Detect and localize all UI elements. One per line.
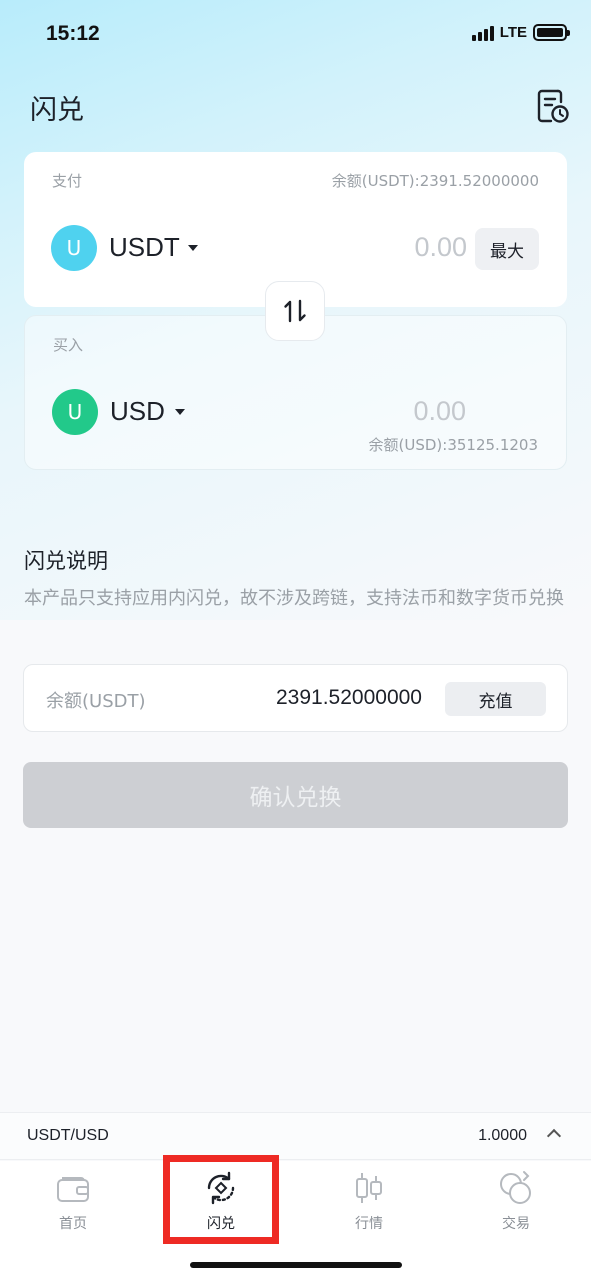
buy-balance: 余额(USD):35125.1203 <box>368 436 538 454</box>
pay-label: 支付 <box>52 172 83 190</box>
confirm-exchange-button[interactable]: 确认兑换 <box>23 762 568 828</box>
caret-down-icon[interactable] <box>175 409 185 415</box>
signal-icon <box>471 25 494 41</box>
swap-direction-button[interactable] <box>265 281 325 341</box>
buy-amount: 0.00 <box>413 396 466 426</box>
balance-row: 余额(USDT) 2391.52000000 充值 <box>23 664 568 732</box>
pay-coin-selector[interactable]: USDT <box>109 232 180 263</box>
network-label: LTE <box>499 24 527 41</box>
max-button[interactable]: 最大 <box>475 228 539 270</box>
caret-down-icon[interactable] <box>188 245 198 251</box>
deposit-button[interactable]: 充值 <box>445 682 546 716</box>
buy-coin-selector[interactable]: USD <box>110 396 165 427</box>
tab-trade-label: 交易 <box>502 1216 530 1232</box>
history-button[interactable] <box>536 88 570 124</box>
pay-balance: 余额(USDT):2391.52000000 <box>331 172 539 190</box>
balance-value: 2391.52000000 <box>276 686 422 709</box>
chevron-up-icon[interactable] <box>546 1128 562 1144</box>
price-ticker[interactable]: USDT/USD 1.0000 <box>0 1112 591 1160</box>
page-title: 闪兑 <box>30 95 84 126</box>
wallet-icon <box>54 1169 92 1207</box>
battery-icon <box>533 24 570 41</box>
description-text: 本产品只支持应用内闪兑，故不涉及跨链，支持法币和数字货币兑换 <box>24 588 564 609</box>
tab-market[interactable]: 行情 <box>319 1169 419 1239</box>
ticker-pair: USDT/USD <box>27 1127 109 1144</box>
usd-coin-icon: U <box>52 389 98 435</box>
highlight-box <box>163 1155 279 1244</box>
tab-home[interactable]: 首页 <box>23 1169 123 1239</box>
history-document-icon <box>537 89 569 123</box>
candlestick-icon <box>350 1169 388 1207</box>
tab-home-label: 首页 <box>59 1216 87 1232</box>
usdt-coin-icon: U <box>51 225 97 271</box>
buy-label: 买入 <box>53 336 84 354</box>
status-time: 15:12 <box>46 22 100 45</box>
description-title: 闪兑说明 <box>24 549 108 573</box>
tab-trade[interactable]: 交易 <box>466 1169 566 1239</box>
swap-arrows-icon <box>284 299 306 323</box>
tab-market-label: 行情 <box>355 1216 383 1232</box>
ticker-price: 1.0000 <box>478 1127 527 1144</box>
balance-label: 余额(USDT) <box>46 691 146 712</box>
status-indicators: LTE <box>471 24 570 41</box>
exchange-coins-icon <box>497 1169 535 1207</box>
home-indicator <box>190 1262 402 1268</box>
pay-amount-input[interactable]: 0.00 <box>414 232 467 263</box>
